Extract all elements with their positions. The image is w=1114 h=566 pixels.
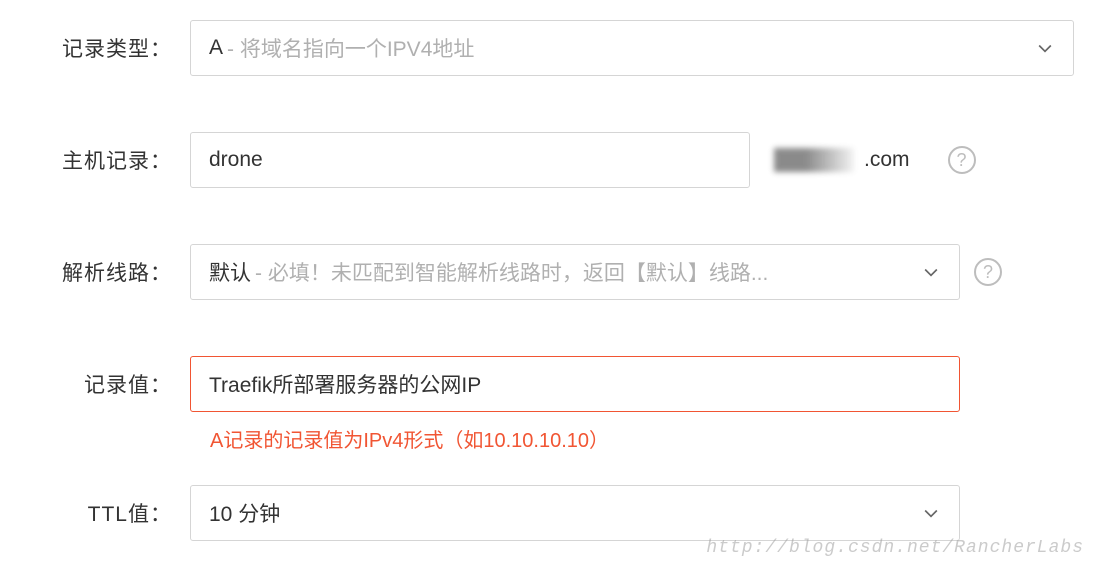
record-value-input[interactable] [190,356,960,412]
help-icon[interactable]: ? [974,258,1002,286]
resolve-line-label: 解析线路 [20,257,190,287]
host-record-input[interactable] [190,132,750,188]
domain-redacted [774,148,854,172]
watermark: http://blog.csdn.net/RancherLabs [706,538,1084,558]
record-type-label: 记录类型 [20,33,190,63]
resolve-line-row: 解析线路 默认 - 必填！未匹配到智能解析线路时，返回【默认】线路... ? [20,244,1074,300]
record-value-row: 记录值 [20,356,1074,412]
record-type-hint: - 将域名指向一个IPV4地址 [227,33,474,63]
host-record-group: .com ? [190,132,1074,188]
chevron-down-icon [921,503,941,523]
host-record-row: 主机记录 .com ? [20,132,1074,188]
host-record-label: 主机记录 [20,145,190,175]
ttl-select[interactable]: 10 分钟 [190,485,960,541]
domain-suffix: .com [764,148,920,172]
chevron-down-icon [921,262,941,282]
ttl-row: TTL值 10 分钟 [20,485,1074,541]
resolve-line-value: 默认 [209,257,251,287]
record-value-error: A记录的记录值为IPv4形式（如10.10.10.10） [190,424,1074,453]
ttl-label: TTL值 [20,498,190,528]
resolve-line-select[interactable]: 默认 - 必填！未匹配到智能解析线路时，返回【默认】线路... [190,244,960,300]
record-type-row: 记录类型 A - 将域名指向一个IPV4地址 [20,20,1074,76]
help-icon[interactable]: ? [948,146,976,174]
chevron-down-icon [1035,38,1055,58]
record-value-label: 记录值 [20,369,190,399]
record-type-value: A [209,36,223,60]
domain-suffix-text: .com [864,148,910,172]
record-type-select[interactable]: A - 将域名指向一个IPV4地址 [190,20,1074,76]
ttl-value: 10 分钟 [209,498,280,528]
resolve-line-hint: - 必填！未匹配到智能解析线路时，返回【默认】线路... [255,257,768,287]
